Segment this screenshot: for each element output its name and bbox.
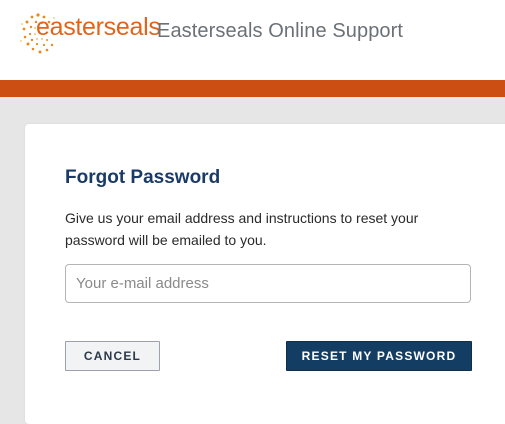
cancel-button[interactable]: CANCEL xyxy=(65,341,160,371)
instructions-text: Give us your email address and instructi… xyxy=(65,210,419,248)
site-title: Easterseals Online Support xyxy=(157,20,404,42)
brand-accent-bar xyxy=(0,80,505,97)
reset-password-button[interactable]: RESET MY PASSWORD xyxy=(286,341,472,371)
page-title: Forgot Password xyxy=(65,167,221,188)
email-field[interactable] xyxy=(65,264,471,303)
logo-wordmark[interactable]: easterseals xyxy=(36,13,161,42)
site-header: easterseals Easterseals Online Support xyxy=(0,0,505,80)
